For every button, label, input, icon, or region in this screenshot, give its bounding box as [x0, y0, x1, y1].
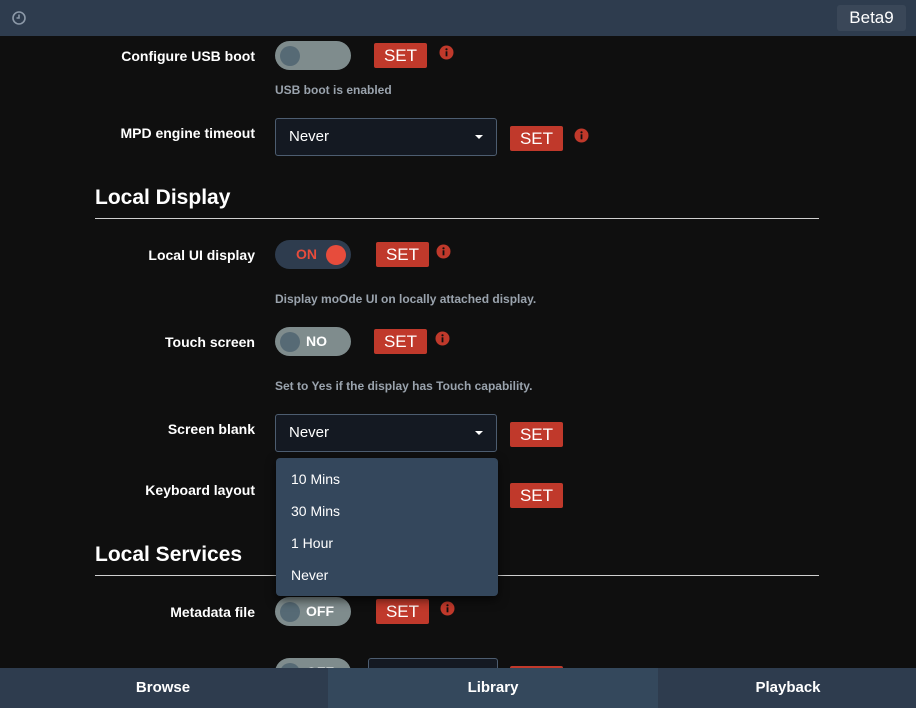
toggle-label: NO [306, 333, 327, 349]
toggle-knob [280, 46, 300, 66]
chevron-down-icon [475, 135, 483, 139]
touch-screen-set-button[interactable]: SET [374, 329, 427, 354]
screen-blank-select[interactable]: Never [275, 414, 497, 452]
tab-browse[interactable]: Browse [0, 668, 326, 708]
tab-library[interactable]: Library [328, 668, 658, 708]
mpd-timeout-set-button[interactable]: SET [510, 126, 563, 151]
touch-screen-help: Set to Yes if the display has Touch capa… [275, 379, 533, 393]
select-value: Never [289, 128, 330, 145]
dropdown-option-30-mins[interactable]: 30 Mins [291, 499, 486, 523]
local-ui-display-toggle[interactable]: ON [275, 240, 351, 269]
info-icon[interactable] [440, 601, 455, 616]
dropdown-option-never[interactable]: Never [291, 563, 486, 587]
screen-blank-set-button[interactable]: SET [510, 422, 563, 447]
toggle-knob [280, 332, 300, 352]
next-row-select[interactable] [368, 658, 498, 668]
toggle-knob [280, 602, 300, 622]
app: Beta9 Configure USB boot SET USB boot is… [0, 0, 916, 708]
section-title-local-display: Local Display [95, 186, 231, 209]
toggle-label: ON [296, 246, 317, 262]
version-badge: Beta9 [837, 5, 906, 31]
toggle-knob [326, 245, 346, 265]
metadata-file-toggle[interactable]: OFF [275, 597, 351, 626]
clock-icon[interactable] [11, 10, 27, 26]
local-ui-display-set-button[interactable]: SET [376, 242, 429, 267]
usb-boot-toggle[interactable] [275, 41, 351, 70]
section-divider [95, 218, 819, 219]
usb-boot-help: USB boot is enabled [275, 83, 392, 97]
dropdown-option-1-hour[interactable]: 1 Hour [291, 531, 486, 555]
chevron-down-icon [475, 431, 483, 435]
usb-boot-set-button[interactable]: SET [374, 43, 427, 68]
toggle-label: OFF [306, 603, 334, 619]
info-icon[interactable] [574, 128, 589, 143]
tab-playback[interactable]: Playback [660, 668, 916, 708]
top-bar: Beta9 [0, 0, 916, 36]
toggle-label: OFF [306, 658, 334, 668]
settings-content[interactable]: Configure USB boot SET USB boot is enabl… [0, 36, 916, 668]
info-icon[interactable] [435, 331, 450, 346]
mpd-timeout-select[interactable]: Never [275, 118, 497, 156]
usb-boot-label: Configure USB boot [121, 48, 255, 64]
bottom-nav: Browse Library Playback [0, 668, 916, 708]
screen-blank-label: Screen blank [167, 421, 255, 437]
local-ui-display-help: Display moOde UI on locally attached dis… [275, 292, 537, 306]
keyboard-layout-label: Keyboard layout [145, 482, 255, 498]
info-icon[interactable] [439, 45, 454, 60]
mpd-timeout-label: MPD engine timeout [120, 125, 255, 141]
metadata-file-set-button[interactable]: SET [376, 599, 429, 624]
metadata-file-label: Metadata file [170, 604, 255, 620]
next-row-toggle[interactable]: OFF [275, 658, 351, 668]
touch-screen-label: Touch screen [165, 334, 255, 350]
keyboard-layout-set-button[interactable]: SET [510, 483, 563, 508]
info-icon[interactable] [436, 244, 451, 259]
dropdown-option-10-mins[interactable]: 10 Mins [291, 467, 486, 491]
screen-blank-dropdown-menu: 10 Mins 30 Mins 1 Hour Never [276, 458, 498, 596]
touch-screen-toggle[interactable]: NO [275, 327, 351, 356]
section-title-local-services: Local Services [95, 543, 243, 566]
select-value: Never [289, 424, 330, 441]
local-ui-display-label: Local UI display [148, 247, 255, 263]
